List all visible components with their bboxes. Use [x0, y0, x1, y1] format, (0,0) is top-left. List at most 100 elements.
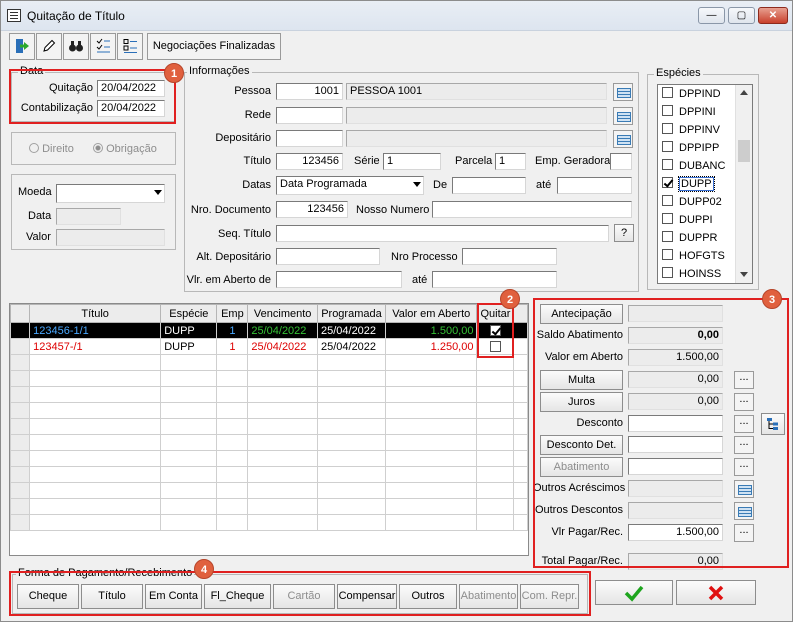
exit-button[interactable]	[9, 33, 35, 60]
alt-depositario-label: Alt. Depositário	[196, 251, 271, 263]
empty-row	[10, 498, 528, 515]
emp-geradora-input[interactable]	[610, 153, 632, 170]
checkbox-icon	[662, 123, 673, 134]
cell-extra	[513, 322, 528, 339]
table-row[interactable]: 123456-1/1 DUPP 1 25/04/2022 25/04/2022 …	[10, 322, 528, 339]
annotation-badge-2: 2	[500, 289, 520, 309]
parcela-input[interactable]: 1	[495, 153, 526, 170]
titulo-input[interactable]: 123456	[276, 153, 343, 170]
seq-help-button[interactable]: ?	[614, 224, 634, 242]
especie-item-selected[interactable]: DUPP	[662, 176, 715, 192]
cell-especie: DUPP	[160, 338, 218, 355]
datas-label: Datas	[242, 179, 271, 191]
scroll-down-icon[interactable]	[740, 272, 748, 277]
maximize-button[interactable]: ▢	[728, 7, 755, 24]
highlight-box-data	[9, 69, 176, 124]
especie-item[interactable]: DUPP02	[662, 194, 722, 210]
unselect-all-button[interactable]	[117, 33, 143, 60]
nro-processo-label: Nro Processo	[391, 251, 458, 263]
parcela-label: Parcela	[455, 155, 493, 167]
select-all-button[interactable]	[90, 33, 116, 60]
cancel-button[interactable]	[676, 580, 756, 605]
especies-scrollbar[interactable]	[735, 85, 752, 283]
especie-item[interactable]: DUPPI	[662, 212, 713, 228]
highlight-box-forma	[9, 571, 591, 616]
ate-date-input[interactable]	[557, 177, 632, 194]
depositario-input[interactable]	[276, 130, 343, 147]
especie-item[interactable]: HOFGTS	[662, 248, 725, 264]
serie-input[interactable]: 1	[383, 153, 441, 170]
moeda-select[interactable]	[56, 184, 165, 203]
especie-item[interactable]: HOINSS	[662, 266, 721, 282]
checkbox-icon	[662, 249, 673, 260]
col-header-titulo[interactable]: Título	[29, 304, 162, 323]
cell-valor: 1.250,00	[384, 338, 478, 355]
annotation-badge-4: 4	[194, 559, 214, 579]
checkbox-icon	[662, 213, 673, 224]
checkbox-icon	[662, 141, 673, 152]
serie-label: Série	[354, 155, 380, 167]
grid-corner	[10, 304, 31, 323]
vlr-aberto-ate-input[interactable]	[432, 271, 557, 288]
cell-programada: 25/04/2022	[316, 322, 386, 339]
rede-name-field	[346, 107, 607, 124]
scroll-thumb[interactable]	[738, 140, 750, 162]
pencil-icon	[43, 39, 56, 52]
checkbox-icon	[662, 159, 673, 170]
checklist-icon	[96, 38, 110, 53]
especie-item[interactable]: DPPIND	[662, 86, 721, 102]
rede-input[interactable]	[276, 107, 343, 124]
depositario-lookup-button[interactable]	[613, 130, 633, 148]
pessoa-code-input[interactable]: 1001	[276, 83, 343, 100]
nro-processo-input[interactable]	[462, 248, 557, 265]
col-header-programada[interactable]: Programada	[316, 304, 386, 323]
radio-selected-icon	[93, 143, 103, 153]
datas-select[interactable]: Data Programada	[276, 176, 424, 195]
nro-documento-input[interactable]: 123456	[276, 201, 348, 218]
highlight-box-valores	[533, 298, 789, 568]
nro-documento-label: Nro. Documento	[190, 204, 271, 216]
nosso-numero-label: Nosso Numero	[356, 204, 430, 216]
empty-row	[10, 450, 528, 467]
especie-item[interactable]: DPPINI	[662, 104, 716, 120]
especies-legend: Espécies	[654, 67, 703, 79]
pessoa-lookup-button[interactable]	[613, 83, 633, 101]
close-button[interactable]: ✕	[758, 7, 788, 24]
especie-item[interactable]: DPPINV	[662, 122, 720, 138]
edit-button[interactable]	[36, 33, 62, 60]
row-indicator	[10, 322, 31, 339]
annotation-badge-1: 1	[164, 63, 184, 83]
pessoa-label: Pessoa	[234, 85, 271, 97]
moeda-valor-label: Valor	[26, 231, 51, 243]
search-button[interactable]	[63, 33, 89, 60]
vlr-aberto-de-input[interactable]	[276, 271, 402, 288]
cell-titulo: 123457-/1	[29, 338, 162, 355]
rede-lookup-button[interactable]	[613, 107, 633, 125]
especie-item[interactable]: DUBANC	[662, 158, 725, 174]
datas-select-value: Data Programada	[280, 178, 367, 190]
alt-depositario-input[interactable]	[276, 248, 380, 265]
minimize-button[interactable]: —	[698, 7, 725, 24]
especie-item[interactable]: DUPPR	[662, 230, 718, 246]
de-date-input[interactable]	[452, 177, 526, 194]
depositario-name-field	[346, 130, 607, 147]
obrigacao-radio[interactable]: Obrigação	[93, 143, 157, 155]
titles-grid[interactable]: Título Espécie Emp Vencimento Programada…	[9, 303, 529, 556]
table-row[interactable]: 123457-/1 DUPP 1 25/04/2022 25/04/2022 1…	[10, 338, 528, 355]
especie-item[interactable]: DPPIPP	[662, 140, 719, 156]
nosso-numero-input[interactable]	[432, 201, 632, 218]
especies-list[interactable]: DPPIND DPPINI DPPINV DPPIPP DUBANC DUPP …	[657, 84, 753, 284]
negociacoes-finalizadas-button[interactable]: Negociações Finalizadas	[147, 33, 281, 60]
col-header-especie[interactable]: Espécie	[160, 304, 218, 323]
title-bar: Quitação de Título — ▢ ✕	[1, 1, 792, 31]
col-header-valor[interactable]: Valor em Aberto	[384, 304, 478, 323]
col-header-vencimento[interactable]: Vencimento	[247, 304, 318, 323]
seq-titulo-input[interactable]	[276, 225, 609, 242]
direito-radio[interactable]: Direito	[29, 143, 74, 155]
empty-row	[10, 402, 528, 419]
scroll-up-icon[interactable]	[740, 90, 748, 95]
confirm-button[interactable]	[595, 580, 673, 605]
binoculars-icon	[69, 41, 83, 52]
col-header-emp[interactable]: Emp	[216, 304, 249, 323]
highlight-box-quitar	[477, 303, 514, 358]
